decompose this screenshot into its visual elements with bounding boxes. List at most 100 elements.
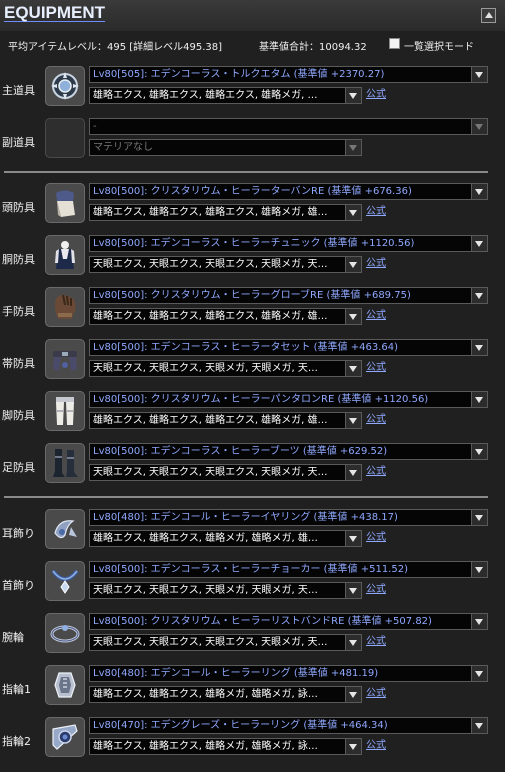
item-select[interactable]: Lv80[500]: クリスタリウム・ヒーラーターバンRE (基準値 +676.… (89, 183, 488, 200)
waist-gear-icon[interactable] (45, 339, 85, 379)
official-link[interactable]: 公式 (366, 464, 386, 479)
chevron-down-icon[interactable] (471, 184, 487, 199)
chevron-down-icon[interactable] (345, 531, 361, 546)
hands-gear-icon[interactable] (45, 287, 85, 327)
official-link[interactable]: 公式 (366, 256, 386, 271)
chevron-down-icon[interactable] (345, 205, 361, 220)
chevron-down-icon[interactable] (345, 309, 361, 324)
empty-slot-icon[interactable] (45, 118, 85, 158)
chevron-down-icon[interactable] (471, 614, 487, 629)
item-select[interactable]: Lv80[500]: エデンコーラス・ヒーラーブーツ (基準値 +629.52) (89, 443, 488, 460)
chevron-down-icon[interactable] (345, 687, 361, 702)
item-select[interactable]: - (89, 118, 488, 135)
feet-gear-icon[interactable] (45, 443, 85, 483)
official-link[interactable]: 公式 (366, 686, 386, 701)
item-select[interactable]: Lv80[500]: クリスタリウム・ヒーラーグローブRE (基準値 +689.… (89, 287, 488, 304)
slot-legs: 脚防具 Lv80[500]: クリスタリウム・ヒーラーパンタロンRE (基準値 … (0, 391, 505, 441)
slot-label: 耳飾り (2, 527, 35, 540)
body-gear-icon[interactable] (45, 235, 85, 275)
item-select[interactable]: Lv80[500]: エデンコーラス・ヒーラーチュニック (基準値 +1120.… (89, 235, 488, 252)
slot-label: 帯防具 (2, 357, 35, 370)
materia-select[interactable]: マテリアなし (89, 139, 362, 156)
materia-select[interactable]: 天眼エクス, 天眼エクス, 天眼エクス, 天眼メガ, 天… (89, 464, 362, 481)
materia-select[interactable]: 雄略エクス, 雄略エクス, 雄略エクス, 雄略メガ, … (89, 87, 362, 104)
slot-label: 頭防具 (2, 201, 35, 214)
chevron-down-icon[interactable] (471, 444, 487, 459)
slot-off-hand: 副道具 - マテリアなし (0, 118, 505, 168)
slot-label: 副道具 (2, 136, 35, 149)
slot-bracelet: 腕輪 Lv80[500]: クリスタリウム・ヒーラーリストバンドRE (基準値 … (0, 613, 505, 663)
chevron-down-icon[interactable] (345, 140, 361, 155)
official-link[interactable]: 公式 (366, 582, 386, 597)
slot-label: 指輪2 (2, 735, 31, 748)
official-link[interactable]: 公式 (366, 530, 386, 545)
item-select[interactable]: Lv80[500]: クリスタリウム・ヒーラーリストバンドRE (基準値 +50… (89, 613, 488, 630)
chevron-down-icon[interactable] (471, 392, 487, 407)
chevron-down-icon[interactable] (345, 257, 361, 272)
chevron-down-icon[interactable] (471, 67, 487, 82)
chevron-down-icon[interactable] (345, 465, 361, 480)
chevron-down-icon[interactable] (345, 739, 361, 754)
materia-select[interactable]: 雄略エクス, 雄略エクス, 雄略エクス, 雄略メガ, 雄… (89, 204, 362, 221)
bracelet-icon[interactable] (45, 613, 85, 653)
materia-select[interactable]: 雄略エクス, 雄略エクス, 雄略メガ, 雄略メガ, 雄… (89, 530, 362, 547)
panel-title[interactable]: EQUIPMENT (4, 3, 105, 23)
slot-main-hand: 主道具 Lv80[505]: エデンコーラス・トルクエタム (基準値 +2370… (0, 66, 505, 116)
chevron-down-icon[interactable] (345, 88, 361, 103)
main-hand-icon[interactable] (45, 66, 85, 106)
item-select[interactable]: Lv80[500]: クリスタリウム・ヒーラーパンタロンRE (基準値 +112… (89, 391, 488, 408)
slot-label: 足防具 (2, 461, 35, 474)
official-link[interactable]: 公式 (366, 87, 386, 102)
slot-necklace: 首飾り Lv80[500]: エデンコーラス・ヒーラーチョーカー (基準値 +5… (0, 561, 505, 611)
ring-2-icon[interactable] (45, 717, 85, 757)
average-item-level: 平均アイテムレベル：495 [詳細レベル495.38] (8, 42, 223, 53)
chevron-down-icon[interactable] (345, 361, 361, 376)
official-link[interactable]: 公式 (366, 738, 386, 753)
chevron-down-icon[interactable] (471, 510, 487, 525)
official-link[interactable]: 公式 (366, 204, 386, 219)
item-select[interactable]: Lv80[480]: エデンコール・ヒーラーリング (基準値 +481.19) (89, 665, 488, 682)
official-link[interactable]: 公式 (366, 634, 386, 649)
materia-select[interactable]: 天眼エクス, 天眼エクス, 天眼メガ, 天眼メガ, 天… (89, 582, 362, 599)
chevron-down-icon[interactable] (345, 583, 361, 598)
chevron-down-icon[interactable] (471, 562, 487, 577)
chevron-down-icon[interactable] (345, 635, 361, 650)
item-select[interactable]: Lv80[500]: エデンコーラス・ヒーラータセット (基準値 +463.64… (89, 339, 488, 356)
list-mode-checkbox[interactable] (389, 38, 400, 49)
official-link[interactable]: 公式 (366, 412, 386, 427)
official-link[interactable]: 公式 (366, 360, 386, 375)
materia-select[interactable]: 天眼エクス, 天眼エクス, 天眼メガ, 天眼メガ, 天… (89, 360, 362, 377)
section-divider (4, 171, 488, 173)
materia-select[interactable]: 雄略エクス, 雄略エクス, 雄略メガ, 雄略メガ, 詠… (89, 686, 362, 703)
collapse-button[interactable] (481, 8, 496, 23)
earring-icon[interactable] (45, 509, 85, 549)
slot-hands: 手防具 Lv80[500]: クリスタリウム・ヒーラーグローブRE (基準値 +… (0, 287, 505, 337)
ring-1-icon[interactable] (45, 665, 85, 705)
chevron-down-icon[interactable] (345, 413, 361, 428)
list-mode-label[interactable]: 一覧選択モード (404, 38, 474, 53)
chevron-down-icon[interactable] (471, 340, 487, 355)
materia-select[interactable]: 雄略エクス, 雄略エクス, 雄略エクス, 雄略メガ, 雄… (89, 412, 362, 429)
panel-header: EQUIPMENT (0, 0, 505, 31)
chevron-down-icon[interactable] (471, 236, 487, 251)
item-select[interactable]: Lv80[470]: エデングレーズ・ヒーラーリング (基準値 +464.34) (89, 717, 488, 734)
legs-gear-icon[interactable] (45, 391, 85, 431)
necklace-icon[interactable] (45, 561, 85, 601)
chevron-down-icon[interactable] (471, 718, 487, 733)
head-gear-icon[interactable] (45, 183, 85, 223)
slot-earrings: 耳飾り Lv80[480]: エデンコール・ヒーラーイヤリング (基準値 +43… (0, 509, 505, 559)
materia-select[interactable]: 雄略エクス, 雄略エクス, 雄略エクス, 雄略メガ, 雄… (89, 308, 362, 325)
slot-label: 指輪1 (2, 683, 31, 696)
item-select[interactable]: Lv80[505]: エデンコーラス・トルクエタム (基準値 +2370.27) (89, 66, 488, 83)
slot-head: 頭防具 Lv80[500]: クリスタリウム・ヒーラーターバンRE (基準値 +… (0, 183, 505, 233)
chevron-down-icon[interactable] (471, 119, 487, 134)
slot-label: 手防具 (2, 305, 35, 318)
chevron-down-icon[interactable] (471, 288, 487, 303)
official-link[interactable]: 公式 (366, 308, 386, 323)
materia-select[interactable]: 雄略エクス, 雄略エクス, 雄略メガ, 雄略メガ, 詠… (89, 738, 362, 755)
item-select[interactable]: Lv80[480]: エデンコール・ヒーラーイヤリング (基準値 +438.17… (89, 509, 488, 526)
item-select[interactable]: Lv80[500]: エデンコーラス・ヒーラーチョーカー (基準値 +511.5… (89, 561, 488, 578)
materia-select[interactable]: 天眼エクス, 天眼エクス, 天眼エクス, 天眼メガ, 天… (89, 634, 362, 651)
chevron-down-icon[interactable] (471, 666, 487, 681)
materia-select[interactable]: 天眼エクス, 天眼エクス, 天眼エクス, 天眼メガ, 天… (89, 256, 362, 273)
